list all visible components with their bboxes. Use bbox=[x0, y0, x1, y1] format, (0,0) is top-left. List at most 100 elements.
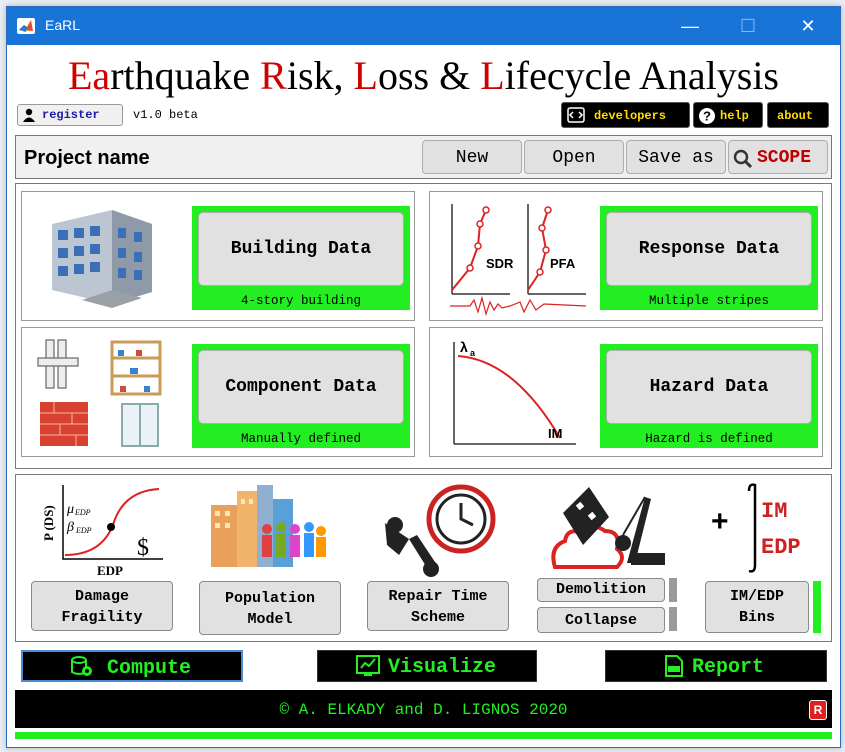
damage-fragility-line1: Damage bbox=[74, 588, 129, 605]
compute-label: Compute bbox=[107, 657, 192, 680]
building-data-frame: Building Data 4-story building bbox=[192, 206, 410, 310]
svg-text:?: ? bbox=[703, 109, 711, 124]
damage-fragility-button[interactable]: Damage Fragility bbox=[31, 581, 173, 631]
fragility-x-label: EDP bbox=[97, 563, 123, 577]
repair-time-line2: Scheme bbox=[410, 609, 465, 626]
pfa-label: PFA bbox=[550, 256, 576, 271]
response-data-status: Multiple stripes bbox=[648, 294, 770, 308]
hazard-data-status: Hazard is defined bbox=[645, 432, 773, 446]
repair-time-line1: Repair Time bbox=[388, 588, 488, 605]
banner-part: L bbox=[353, 53, 378, 98]
beta-sub-label: EDP bbox=[75, 526, 92, 535]
version-label: v1.0 beta bbox=[133, 108, 198, 122]
building-data-card: Building Data 4-story building bbox=[21, 191, 415, 321]
im-edp-bins-line1: IM/EDP bbox=[729, 588, 784, 605]
report-label: Report bbox=[692, 656, 765, 679]
fragility-icon: P (DS) EDP μ EDP β EDP $ bbox=[41, 485, 163, 577]
r-badge-icon: R bbox=[809, 700, 827, 720]
minimize-button[interactable]: — bbox=[667, 7, 713, 45]
im-axis-label: IM bbox=[548, 426, 562, 441]
progress-bar bbox=[15, 732, 832, 739]
plus-icon: + bbox=[711, 505, 729, 538]
register-button[interactable]: register bbox=[17, 104, 123, 126]
beta-label: β bbox=[66, 520, 74, 535]
about-label: about bbox=[777, 109, 814, 123]
population-icon bbox=[211, 485, 326, 567]
response-plot-icon: SDR PFA bbox=[450, 204, 587, 317]
pdf-report-icon bbox=[665, 655, 683, 677]
visualize-button[interactable]: Visualize bbox=[317, 650, 537, 682]
repair-time-icon bbox=[385, 484, 496, 577]
code-icon bbox=[567, 107, 585, 123]
save-as-button[interactable]: Save as bbox=[626, 140, 726, 174]
component-data-status: Manually defined bbox=[240, 432, 362, 446]
hazard-data-card: λ a IM Hazard Data Hazard is defined bbox=[429, 327, 823, 457]
window-title: EaRL bbox=[45, 17, 81, 33]
hazard-data-frame: Hazard Data Hazard is defined bbox=[600, 344, 818, 448]
im-edp-icon: + IM EDP bbox=[711, 483, 801, 573]
about-button[interactable]: about bbox=[767, 102, 829, 128]
lambda-sub-label: a bbox=[470, 348, 476, 358]
open-button[interactable]: Open bbox=[524, 140, 624, 174]
im-edp-bins-line2: Bins bbox=[738, 609, 775, 626]
demolition-status-bar bbox=[669, 578, 677, 602]
sdr-label: SDR bbox=[486, 256, 514, 271]
banner-part: isk, bbox=[286, 53, 354, 98]
mu-label: μ bbox=[66, 502, 74, 517]
copyright-text: © A. ELKADY and D. LIGNOS 2020 bbox=[279, 701, 568, 719]
register-label: register bbox=[42, 108, 100, 122]
population-model-line2: Model bbox=[247, 611, 293, 628]
mu-sub-label: EDP bbox=[74, 508, 91, 517]
help-label: help bbox=[720, 109, 749, 123]
project-name[interactable]: Project name bbox=[24, 147, 150, 170]
developers-button[interactable]: developers bbox=[561, 102, 690, 128]
new-button[interactable]: New bbox=[422, 140, 522, 174]
hazard-curve-icon: λ a IM bbox=[453, 339, 576, 445]
damage-fragility-line2: Fragility bbox=[61, 609, 143, 626]
maximize-button[interactable]: ☐ bbox=[725, 7, 771, 45]
collapse-button[interactable]: Collapse bbox=[537, 607, 665, 633]
compute-button[interactable]: Compute bbox=[21, 650, 243, 682]
im-edp-bins-button[interactable]: IM/EDP Bins bbox=[705, 581, 809, 633]
component-data-frame: Component Data Manually defined bbox=[192, 344, 410, 448]
scope-button[interactable]: SCOPE bbox=[728, 140, 828, 174]
scope-label: SCOPE bbox=[757, 148, 812, 168]
components-icon bbox=[37, 339, 162, 447]
help-icon: ? bbox=[699, 108, 715, 124]
demolition-button[interactable]: Demolition bbox=[537, 578, 665, 602]
building-data-button[interactable]: Building Data bbox=[198, 212, 404, 286]
project-bar: Project name New Open Save as SCOPE bbox=[15, 135, 832, 179]
collapse-status-bar bbox=[669, 607, 677, 631]
title-bar: EaRL — ☐ ✕ bbox=[7, 7, 840, 45]
demolition-icon bbox=[551, 487, 665, 569]
help-button[interactable]: ? help bbox=[693, 102, 763, 128]
chart-monitor-icon bbox=[356, 655, 380, 676]
dollar-icon: $ bbox=[137, 535, 149, 561]
app-banner: Earthquake Risk, Loss & Lifecycle Analys… bbox=[7, 47, 840, 105]
matlab-app-icon bbox=[17, 18, 35, 34]
building-data-status: 4-story building bbox=[240, 294, 362, 308]
user-icon bbox=[23, 108, 35, 122]
building-icon bbox=[52, 210, 152, 308]
im-text: IM bbox=[761, 499, 787, 524]
banner-part: L bbox=[480, 53, 505, 98]
lambda-label: λ bbox=[460, 339, 468, 355]
report-button[interactable]: Report bbox=[605, 650, 827, 682]
response-data-card: SDR PFA Response Data Multiple stripes bbox=[429, 191, 823, 321]
close-button[interactable]: ✕ bbox=[785, 7, 831, 45]
banner-part: oss & bbox=[377, 53, 481, 98]
app-window: EaRL — ☐ ✕ Earthquake Risk, Loss & Lifec… bbox=[6, 6, 841, 748]
banner-part: rthquake bbox=[110, 53, 261, 98]
magnifier-icon bbox=[733, 149, 753, 169]
component-data-button[interactable]: Component Data bbox=[198, 350, 404, 424]
population-model-line1: Population bbox=[224, 590, 315, 607]
response-data-frame: Response Data Multiple stripes bbox=[600, 206, 818, 310]
banner-part: Ea bbox=[68, 53, 111, 98]
im-edp-bins-status-bar bbox=[813, 581, 821, 633]
repair-time-button[interactable]: Repair Time Scheme bbox=[367, 581, 509, 631]
fragility-y-label: P (DS) bbox=[41, 505, 56, 541]
population-model-button[interactable]: Population Model bbox=[199, 581, 341, 635]
response-data-button[interactable]: Response Data bbox=[606, 212, 812, 286]
hazard-data-button[interactable]: Hazard Data bbox=[606, 350, 812, 424]
footer-bar: © A. ELKADY and D. LIGNOS 2020 R bbox=[15, 690, 832, 728]
